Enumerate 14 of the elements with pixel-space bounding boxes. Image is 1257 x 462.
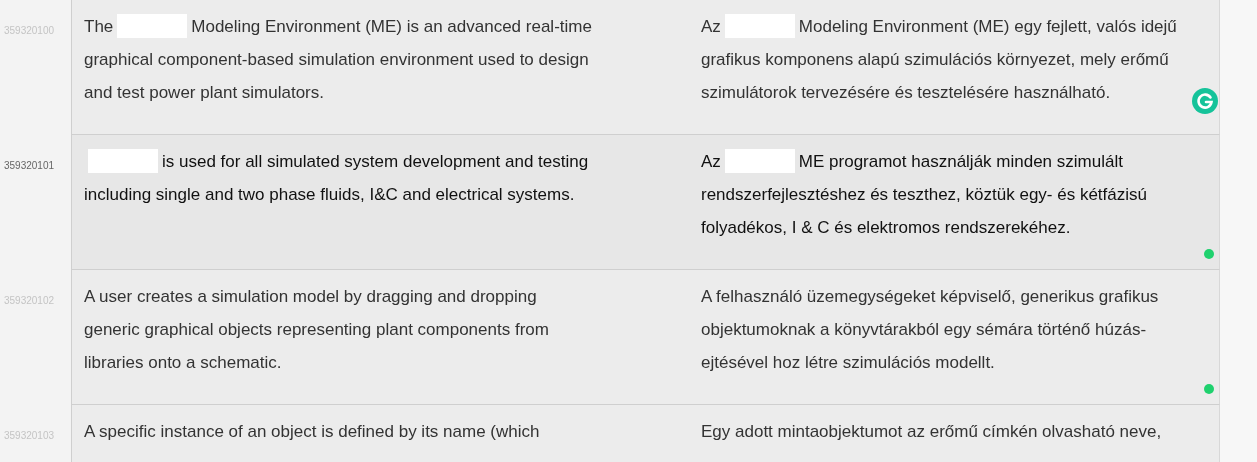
segment-text: Egy adott mintaobjektumot az erőmű címkén olvasható neve,: [701, 421, 1163, 443]
segment-text: is used for all simulated system development and testing including single and two phase fluids, I&C and electrical systems.: [84, 145, 594, 211]
segment-text: A felhasználó üzemegységeket képviselő, generikus grafikus objektumoknak a könyvtárakból egy sémára történő húzás-ejtésével hoz létre szimulációs modellt.: [701, 286, 1160, 374]
segment-number: 359320101: [4, 160, 55, 171]
segment-text: A user creates a simulation model by dragging and dropping generic graphical objects representing plant components from libraries onto a schematic.: [84, 286, 550, 374]
segment-row[interactable]: [72, 270, 1220, 405]
segment-text: The Modeling Environment (ME) is an advanced real-time graphical component-based simulation environment used to design and test power plant simulators.: [84, 10, 594, 109]
segment-text: A specific instance of an object is defined by its name (which: [84, 421, 541, 443]
segment-text: Az Modeling Environment (ME) egy fejlett, valós idejű grafikus komponens alapú szimulációs környezet, mely erőmű szimulátorok tervezésére és tesztelésére használható.: [701, 10, 1206, 109]
segment-row[interactable]: [72, 135, 1220, 270]
segment-row[interactable]: [72, 0, 1220, 135]
segment-row[interactable]: A specific instance of an object is defined by its name (which Egy adott mintaobjektumot az erőmű címkén olvasható neve,: [72, 405, 1220, 462]
segment-text: Az ME programot használják minden szimulált rendszerfejlesztéshez és teszthez, köztük egy- és kétfázisú folyadékos, I & C és elektromos rendszerekéhez.: [701, 145, 1206, 244]
grammar-check-icon[interactable]: [1192, 88, 1218, 114]
